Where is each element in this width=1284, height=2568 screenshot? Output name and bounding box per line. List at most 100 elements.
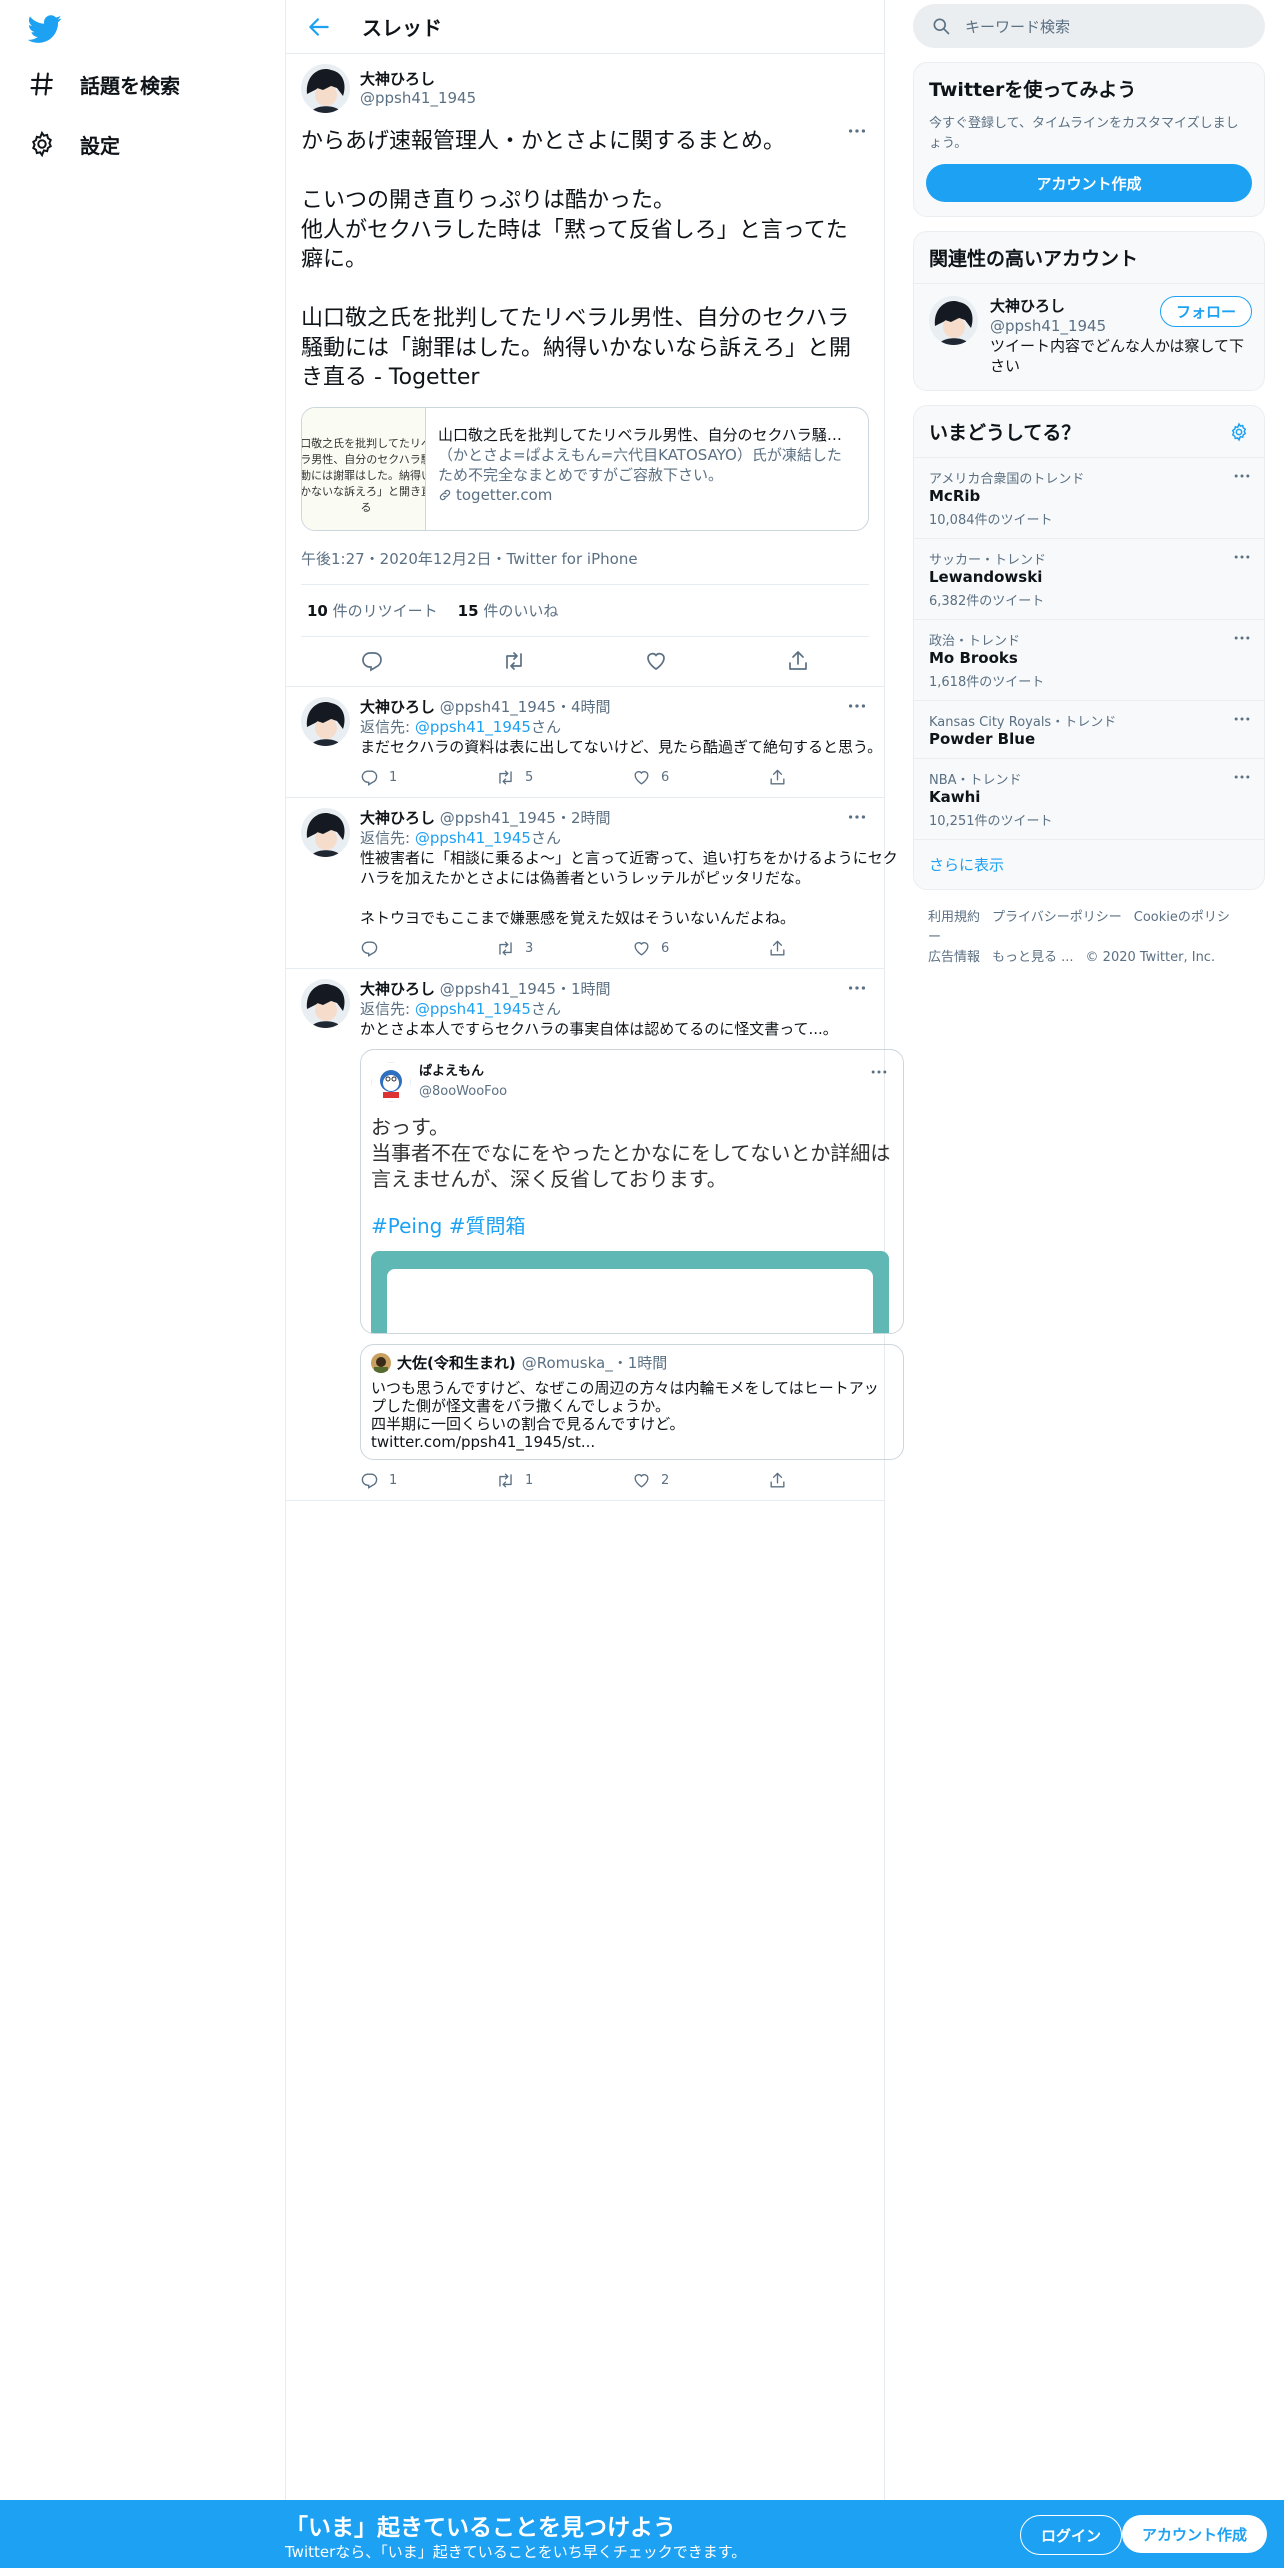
more-options-icon[interactable] xyxy=(1232,628,1252,648)
signup-panel: Twitterを使ってみよう 今すぐ登録して、タイムラインをカスタマイズしましょ… xyxy=(913,62,1265,217)
retweet-stat[interactable]: 10 件のリツイート xyxy=(307,600,438,621)
related-bio: ツイート内容でどんな人かは察して下さい xyxy=(990,337,1244,375)
search-box[interactable]: キーワード検索 xyxy=(913,4,1265,48)
share-icon xyxy=(770,940,785,956)
reply-button[interactable] xyxy=(360,939,496,958)
search-input[interactable]: キーワード検索 xyxy=(965,16,1070,37)
retweet-button[interactable]: 5 xyxy=(496,768,632,788)
trend-item[interactable]: アメリカ合衆国のトレンド McRib 10,084件のツイート xyxy=(914,457,1264,538)
avatar[interactable] xyxy=(301,64,350,113)
quoted-author-name: 大佐(令和生まれ) xyxy=(397,1353,516,1372)
reply-to-mention[interactable]: @ppsh41_1945 xyxy=(415,718,531,736)
reply-to-mention[interactable]: @ppsh41_1945 xyxy=(415,829,531,847)
signup-button[interactable]: アカウント作成 xyxy=(1122,2515,1268,2553)
more-options-icon[interactable] xyxy=(846,977,868,999)
reply-author-handle[interactable]: @ppsh41_1945 xyxy=(440,698,556,716)
avatar[interactable] xyxy=(301,807,350,857)
trend-name: Lewandowski xyxy=(929,568,1043,586)
reply-text: 性被害者に「相談に乗るよ～」と言って近寄って、追い打ちをかけるようにセクハラを加… xyxy=(360,848,898,927)
link-card-thumbnail: 口敬之氏を批判してたリベラ男性、自分のセクハラ騒動には謝罪はした。納得いかないな… xyxy=(302,407,426,530)
more-options-icon[interactable] xyxy=(1232,466,1252,486)
like-button[interactable]: 2 xyxy=(632,1471,768,1491)
reply-button[interactable]: 1 xyxy=(360,1471,496,1491)
more-options-icon[interactable] xyxy=(1232,547,1252,567)
back-arrow-icon[interactable] xyxy=(306,14,332,40)
avatar[interactable] xyxy=(301,978,350,1028)
reply-author-handle[interactable]: @ppsh41_1945 xyxy=(440,980,556,998)
quoted-tweet[interactable]: ぱよえもん @8ooWooFoo おっす。 当事者不在でなにをやったとかなにをし… xyxy=(360,1048,904,1334)
tweet-text: からあげ速報管理人・かとさよに関するまとめ。 こいつの開き直りっぷりは酷かった。… xyxy=(301,129,852,390)
quoted-hashtags[interactable]: #Peing #質問箱 xyxy=(371,1216,893,1236)
retweet-icon[interactable] xyxy=(502,649,526,673)
like-heart-icon[interactable] xyxy=(644,649,668,673)
nav-settings[interactable]: 設定 xyxy=(28,126,120,162)
more-options-icon[interactable] xyxy=(846,695,868,717)
like-stat[interactable]: 15 件のいいね xyxy=(458,600,559,621)
link-card[interactable]: 口敬之氏を批判してたリベラ男性、自分のセクハラ騒動には謝罪はした。納得いかないな… xyxy=(301,406,869,531)
more-options-icon[interactable] xyxy=(846,806,868,828)
reply-time[interactable]: ・2時間 xyxy=(556,809,611,827)
quoted-text: おっす。 当事者不在でなにをやったとかなにをしてないとか詳細は言えませんが、深く… xyxy=(371,1114,891,1191)
quoted-image[interactable] xyxy=(371,1250,889,1333)
avatar[interactable] xyxy=(929,296,978,345)
follow-button[interactable]: フォロー xyxy=(1159,296,1252,327)
twitter-logo-icon[interactable] xyxy=(28,12,62,46)
share-button[interactable] xyxy=(768,1471,904,1490)
link-card-title: 山口敬之氏を批判してたリベラル男性、自分のセクハラ騒動... xyxy=(438,425,856,444)
more-options-icon[interactable] xyxy=(869,1062,889,1082)
retweet-button[interactable]: 3 xyxy=(496,939,632,959)
reply-icon xyxy=(361,1473,378,1489)
signup-title: Twitterを使ってみよう xyxy=(929,79,1137,101)
more-options-icon[interactable] xyxy=(846,120,868,142)
tweet-stats: 10 件のリツイート 15 件のいいね xyxy=(301,585,869,637)
sidebar-footer: 利用規約 プライバシーポリシー Cookieのポリシー 広告情報 もっと見る ... ©… xyxy=(913,908,1265,968)
reply-author-name[interactable]: 大神ひろし xyxy=(360,809,435,827)
retweet-icon xyxy=(499,941,512,956)
ads-link[interactable]: 広告情報 xyxy=(928,950,980,965)
reply-tweet[interactable]: 大神ひろし @ppsh41_1945・2時間 返信先: @ppsh41_1945… xyxy=(286,798,898,969)
share-icon[interactable] xyxy=(786,649,810,673)
nav-explore[interactable]: 話題を検索 xyxy=(28,66,180,102)
quoted-tweet[interactable]: 大佐(令和生まれ) @Romuska_ ・1時間 いつも思うんですけど、なぜこの周… xyxy=(360,1343,904,1460)
quoted-avatar[interactable] xyxy=(371,1061,411,1102)
like-button[interactable]: 6 xyxy=(632,768,768,788)
share-button[interactable] xyxy=(768,768,904,787)
signup-description: 今すぐ登録して、タイムラインをカスタマイズしましょう。 xyxy=(929,116,1239,151)
terms-link[interactable]: 利用規約 xyxy=(928,910,980,925)
share-button[interactable] xyxy=(768,939,904,958)
reply-icon xyxy=(361,770,378,786)
retweet-button[interactable]: 1 xyxy=(496,1471,632,1491)
author-handle[interactable]: @ppsh41_1945 xyxy=(360,89,476,107)
trend-item[interactable]: サッカー・トレンド Lewandowski 6,382件のツイート xyxy=(914,538,1264,619)
retweet-icon xyxy=(499,1473,512,1488)
avatar[interactable] xyxy=(301,696,350,746)
trend-item[interactable]: 政治・トレンド Mo Brooks 1,618件のツイート xyxy=(914,619,1264,700)
create-account-button[interactable]: アカウント作成 xyxy=(926,164,1252,202)
search-icon xyxy=(933,18,950,35)
reply-button[interactable]: 1 xyxy=(360,768,496,788)
reply-author-name[interactable]: 大神ひろし xyxy=(360,980,435,998)
like-button[interactable]: 6 xyxy=(632,939,768,959)
reply-tweet[interactable]: 大神ひろし @ppsh41_1945・1時間 返信先: @ppsh41_1945… xyxy=(286,969,904,1501)
trend-item[interactable]: Kansas City Royals・トレンド Powder Blue xyxy=(914,700,1264,758)
login-button[interactable]: ログイン xyxy=(1020,2515,1123,2555)
reply-author-handle[interactable]: @ppsh41_1945 xyxy=(440,809,556,827)
reply-tweet[interactable]: 大神ひろし @ppsh41_1945・4時間 返信先: @ppsh41_1945… xyxy=(286,687,884,798)
more-options-icon[interactable] xyxy=(1232,709,1252,729)
more-options-icon[interactable] xyxy=(1232,767,1252,787)
tweet-timestamp[interactable]: 午後1:27・2020年12月2日・Twitter for iPhone xyxy=(301,533,869,585)
trend-item[interactable]: NBA・トレンド Kawhi 10,251件のツイート xyxy=(914,758,1264,839)
more-link[interactable]: もっと見る ... xyxy=(992,950,1074,965)
gear-icon xyxy=(31,130,53,158)
reply-to-mention[interactable]: @ppsh41_1945 xyxy=(415,1000,531,1018)
show-more-link[interactable]: さらに表示 xyxy=(914,839,1264,889)
reply-icon[interactable] xyxy=(360,649,384,673)
author-name[interactable]: 大神ひろし xyxy=(360,68,476,89)
reply-time[interactable]: ・1時間 xyxy=(556,980,611,998)
privacy-link[interactable]: プライバシーポリシー xyxy=(992,910,1122,925)
retweet-icon xyxy=(499,770,512,785)
related-account[interactable]: 大神ひろし @ppsh41_1945 ツイート内容でどんな人かは察して下さい フ… xyxy=(914,284,1264,390)
reply-author-name[interactable]: 大神ひろし xyxy=(360,698,435,716)
gear-icon[interactable] xyxy=(1229,421,1249,442)
reply-time[interactable]: ・4時間 xyxy=(556,698,611,716)
